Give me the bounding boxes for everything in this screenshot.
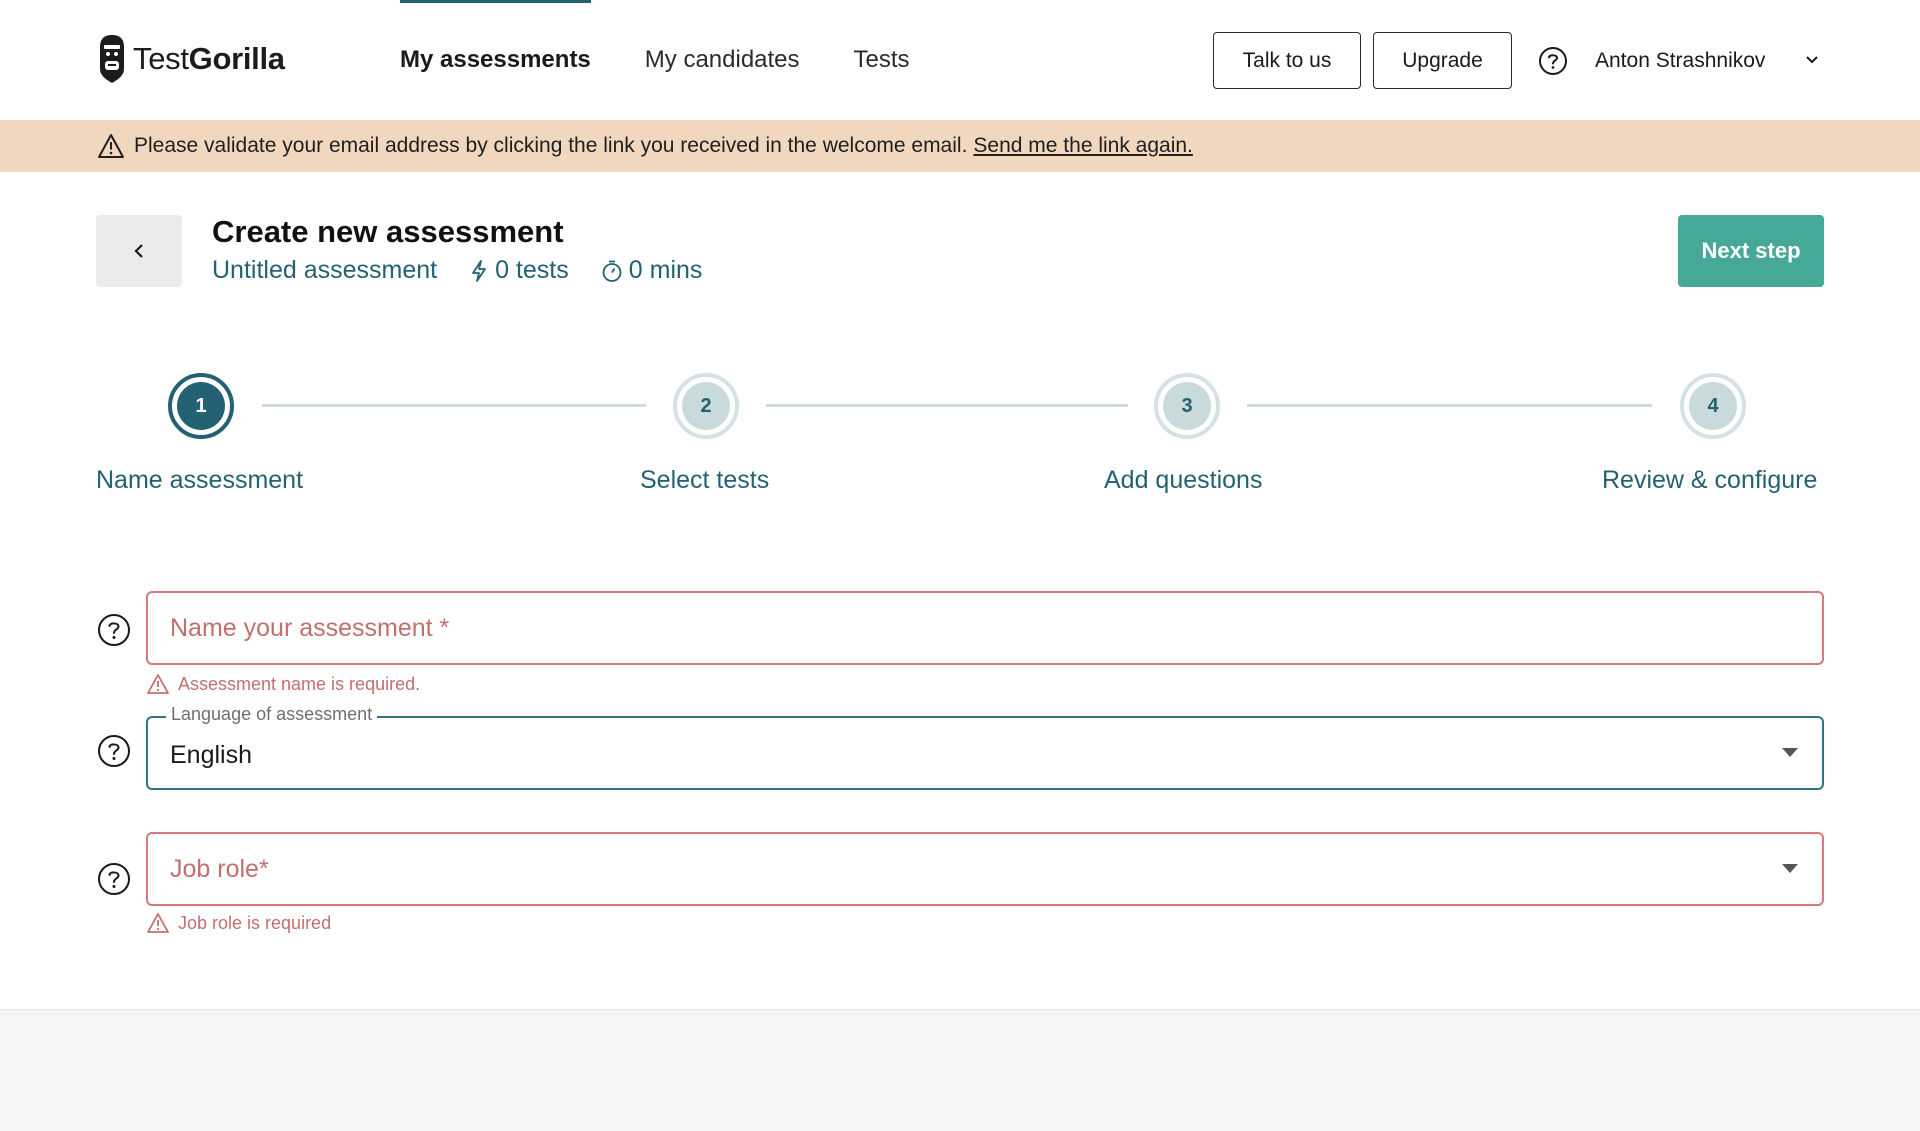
tests-count: 0 tests (495, 256, 569, 284)
help-icon[interactable] (97, 862, 131, 896)
step-2-circle[interactable]: 2 (673, 373, 739, 439)
step-2-number: 2 (682, 382, 730, 430)
step-3-label: Add questions (1104, 466, 1263, 494)
dropdown-caret-icon (1782, 748, 1798, 757)
help-icon[interactable] (97, 734, 131, 768)
step-connector (766, 404, 1128, 407)
step-connector (1247, 404, 1652, 407)
warning-icon (147, 913, 169, 933)
step-4-number: 4 (1689, 382, 1737, 430)
step-connector (262, 404, 646, 407)
job-role-placeholder: Job role* (170, 854, 269, 883)
logo-text: TestGorilla (133, 41, 285, 76)
nav-my-candidates[interactable]: My candidates (645, 0, 800, 120)
language-value: English (170, 740, 252, 769)
job-role-select[interactable]: Job role* (146, 832, 1824, 906)
help-icon[interactable] (97, 613, 131, 647)
gorilla-logo-icon (100, 35, 124, 83)
language-select[interactable]: Language of assessment English (146, 704, 1824, 790)
help-icon[interactable] (1538, 46, 1568, 76)
timer-icon (602, 260, 622, 282)
chevron-down-icon[interactable] (1804, 52, 1820, 68)
nav-my-assessments[interactable]: My assessments (400, 0, 591, 120)
step-3-circle[interactable]: 3 (1154, 373, 1220, 439)
top-navbar: TestGorilla My assessments My candidates… (0, 0, 1920, 120)
step-1-number: 1 (177, 382, 225, 430)
step-4-label: Review & configure (1602, 466, 1818, 494)
main-nav: My assessments My candidates Tests (400, 0, 964, 120)
page-title: Create new assessment (212, 214, 564, 249)
talk-to-us-button[interactable]: Talk to us (1213, 32, 1361, 89)
step-1-circle[interactable]: 1 (168, 373, 234, 439)
user-menu[interactable]: Anton Strashnikov (1595, 46, 1765, 76)
assessment-name-placeholder: Name your assessment * (170, 613, 450, 642)
step-1-label: Name assessment (96, 466, 304, 494)
step-3-number: 3 (1163, 382, 1211, 430)
chevron-left-icon (134, 244, 143, 258)
step-4-circle[interactable]: 4 (1680, 373, 1746, 439)
next-step-button[interactable]: Next step (1678, 215, 1824, 287)
testgorilla-logo[interactable]: TestGorilla (97, 33, 285, 85)
warning-icon (147, 674, 169, 694)
banner-message: Please validate your email address by cl… (134, 134, 968, 157)
job-role-error: Job role is required (146, 912, 331, 934)
assessment-name-field[interactable]: Name your assessment * (146, 591, 1824, 665)
assessment-name: Untitled assessment (212, 256, 438, 284)
upgrade-button[interactable]: Upgrade (1373, 32, 1512, 89)
resend-link[interactable]: Send me the link again. (973, 134, 1192, 158)
back-button[interactable] (96, 215, 182, 287)
assessment-meta: Untitled assessment 0 tests 0 mins (212, 256, 702, 285)
duration: 0 mins (628, 256, 703, 284)
dropdown-caret-icon (1782, 864, 1798, 873)
bolt-icon (472, 259, 487, 282)
page-footer (0, 1009, 1920, 1131)
email-validation-banner: Please validate your email address by cl… (0, 120, 1920, 172)
warning-icon (98, 134, 124, 158)
step-2-label: Select tests (640, 466, 770, 494)
assessment-name-error: Assessment name is required. (146, 673, 420, 695)
nav-tests[interactable]: Tests (854, 0, 910, 120)
